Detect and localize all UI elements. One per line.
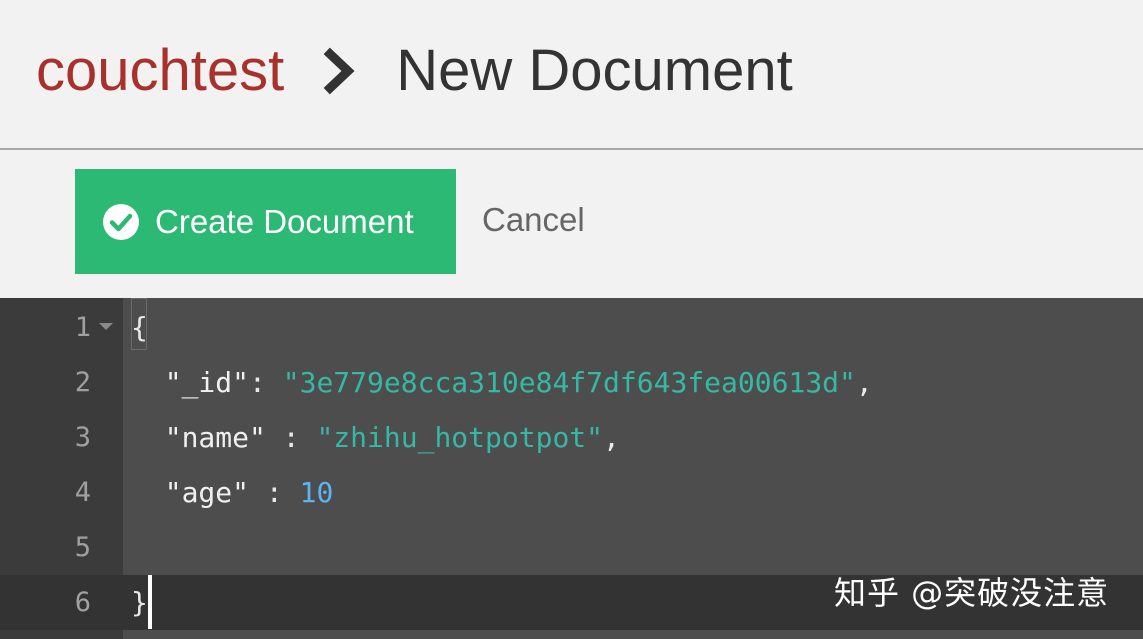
code-token-str: "zhihu_hotpotpot" bbox=[316, 421, 604, 454]
create-document-label: Create Document bbox=[155, 202, 414, 240]
code-token-key: "age" bbox=[131, 476, 250, 509]
line-number: 6 bbox=[0, 575, 123, 630]
code-token-punct: , bbox=[855, 366, 873, 399]
chevron-right-icon bbox=[323, 47, 355, 95]
fold-arrow-icon[interactable] bbox=[99, 323, 113, 330]
code-token-punct: : bbox=[249, 366, 283, 399]
line-number-text: 1 bbox=[74, 312, 91, 343]
text-cursor bbox=[147, 575, 152, 629]
code-text: } bbox=[131, 575, 152, 630]
check-circle-icon bbox=[103, 203, 139, 240]
code-token-key: "_id" bbox=[131, 366, 250, 399]
code-token-punct: : bbox=[265, 421, 317, 454]
code-text: "age" : 10 bbox=[131, 465, 334, 520]
code-line[interactable]: 5 bbox=[0, 520, 1143, 575]
code-token-punct: } bbox=[131, 586, 148, 619]
line-number-text: 6 bbox=[74, 587, 91, 618]
page-title: New Document bbox=[396, 38, 793, 103]
line-number-text: 3 bbox=[74, 422, 91, 453]
line-number-text: 2 bbox=[74, 367, 91, 398]
breadcrumb: couchtest New Document bbox=[36, 36, 793, 106]
code-line[interactable]: 2 "_id": "3e779e8cca310e84f7df643fea0061… bbox=[0, 355, 1143, 410]
watermark: 知乎 @突破没注意 bbox=[834, 574, 1110, 612]
create-document-button[interactable]: Create Document bbox=[75, 169, 456, 274]
line-number: 5 bbox=[0, 520, 123, 575]
code-token-str: "3e779e8cca310e84f7df643fea00613d" bbox=[282, 366, 856, 399]
matching-brace-highlight bbox=[131, 298, 147, 350]
line-number-text: 5 bbox=[74, 532, 91, 563]
code-line[interactable]: 3 "name" : "zhihu_hotpotpot", bbox=[0, 410, 1143, 465]
code-token-num: 10 bbox=[299, 476, 334, 509]
breadcrumb-database-link[interactable]: couchtest bbox=[36, 36, 284, 106]
code-token-key: "name" bbox=[131, 421, 266, 454]
page-header: couchtest New Document bbox=[0, 0, 1143, 150]
code-text: "_id": "3e779e8cca310e84f7df643fea00613d… bbox=[131, 355, 873, 410]
code-token-punct: : bbox=[249, 476, 300, 509]
line-number: 3 bbox=[0, 410, 123, 465]
code-text: "name" : "zhihu_hotpotpot", bbox=[131, 410, 620, 465]
cancel-link[interactable]: Cancel bbox=[482, 200, 585, 240]
line-number: 1 bbox=[0, 300, 123, 355]
line-number-text: 4 bbox=[74, 477, 91, 508]
line-number: 4 bbox=[0, 465, 123, 520]
document-toolbar: Create Document Cancel bbox=[0, 150, 1143, 298]
code-token-punct: , bbox=[603, 421, 620, 454]
code-line[interactable]: 1{ bbox=[0, 300, 1143, 355]
line-number: 2 bbox=[0, 355, 123, 410]
code-line[interactable]: 4 "age" : 10 bbox=[0, 465, 1143, 520]
